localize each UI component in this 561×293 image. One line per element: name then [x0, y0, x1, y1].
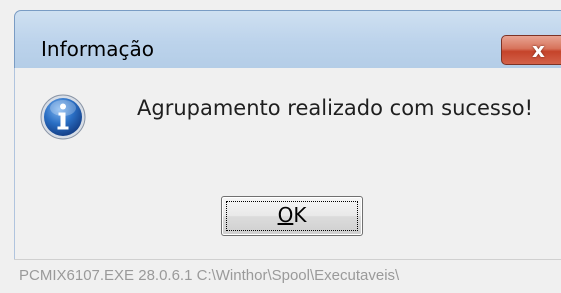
dialog-message: Agrupamento realizado com sucesso!: [137, 96, 534, 120]
status-bar: PCMIX6107.EXE 28.0.6.1 C:\Winthor\Spool\…: [14, 259, 561, 293]
ok-label-rest: K: [293, 203, 307, 227]
title-bar[interactable]: Informação x: [14, 10, 561, 68]
close-icon: x: [532, 38, 545, 62]
close-button[interactable]: x: [501, 35, 561, 65]
message-dialog: Informação x Agrupamento realizado com s…: [0, 0, 561, 293]
status-text: PCMIX6107.EXE 28.0.6.1 C:\Winthor\Spool\…: [19, 267, 400, 284]
dialog-title: Informação: [41, 37, 154, 61]
ok-mnemonic: O: [277, 203, 294, 227]
ok-button[interactable]: OK: [221, 196, 363, 236]
info-icon: [40, 94, 86, 140]
ok-button-label: OK: [222, 203, 362, 227]
